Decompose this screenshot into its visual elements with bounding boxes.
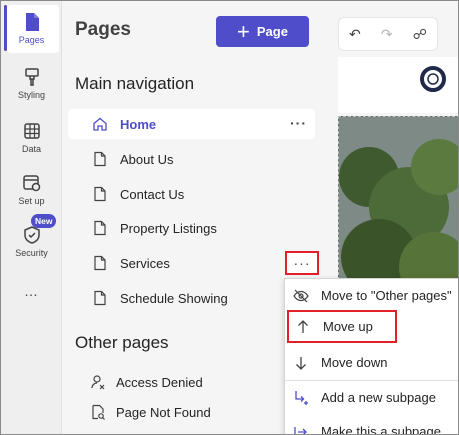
menu-item-label: Move down: [321, 355, 388, 370]
nav-item-contact-us[interactable]: Contact Us: [68, 179, 315, 209]
rail-item-label: Styling: [17, 90, 45, 100]
page-icon: [94, 290, 106, 306]
rail-more-button[interactable]: …: [1, 283, 62, 299]
menu-item-make-subpage[interactable]: Make this a subpage: [285, 415, 458, 435]
page-icon: [94, 255, 106, 271]
nav-item-schedule-showing[interactable]: Schedule Showing: [68, 283, 315, 313]
left-rail: Pages Styling Data Set up Security New …: [1, 1, 62, 434]
site-header: [338, 57, 458, 113]
nav-item-label: Contact Us: [120, 186, 185, 202]
rail-item-label: Security: [15, 248, 48, 258]
services-more-options-button[interactable]: ···: [285, 251, 319, 275]
menu-item-move-to-other-pages[interactable]: Move to "Other pages": [285, 279, 458, 312]
rail-item-label: Data: [21, 144, 41, 154]
app-frame: Pages Styling Data Set up Security New ……: [0, 0, 459, 435]
page-icon: [94, 220, 106, 236]
page-icon: [25, 13, 39, 31]
page-search-icon: [92, 404, 105, 420]
nav-item-services[interactable]: Services: [68, 248, 315, 278]
undo-icon[interactable]: ↶: [349, 26, 361, 43]
rail-item-label: Pages: [18, 35, 45, 45]
menu-item-move-down[interactable]: Move down: [285, 346, 458, 379]
menu-item-move-up[interactable]: Move up: [287, 310, 397, 343]
main-navigation-title: Main navigation: [75, 74, 195, 93]
add-page-label: Page: [256, 24, 288, 39]
plus-icon: +: [237, 18, 250, 44]
menu-item-label: Move to "Other pages": [321, 288, 452, 303]
add-subpage-icon: [295, 390, 308, 405]
sitemap-icon[interactable]: ☍: [413, 26, 427, 43]
other-item-label: Page Not Found: [116, 404, 211, 420]
menu-item-label: Make this a subpage: [321, 424, 441, 435]
menu-item-label: Move up: [323, 319, 373, 334]
eye-off-icon: [293, 289, 309, 302]
brush-icon: [24, 68, 39, 86]
menu-item-label: Add a new subpage: [321, 390, 436, 405]
page-icon: [94, 151, 106, 167]
other-pages-title: Other pages: [75, 333, 169, 352]
page-context-menu: Move to "Other pages" Move up Move down …: [284, 278, 458, 435]
arrow-up-icon: [298, 319, 308, 333]
preview-toolbar: ↶ ↷ ☍: [338, 17, 438, 51]
redo-icon[interactable]: ↷: [381, 26, 393, 43]
rail-item-data[interactable]: Data: [1, 120, 62, 154]
nav-item-property-listings[interactable]: Property Listings: [68, 213, 315, 243]
site-logo: [420, 66, 446, 92]
page-icon: [94, 186, 106, 202]
nav-item-label: Home: [120, 116, 157, 132]
rail-item-label: Set up: [18, 196, 45, 206]
nav-item-label: Schedule Showing: [120, 290, 228, 306]
more-options-icon: ···: [293, 255, 311, 271]
person-lock-icon: [91, 375, 105, 390]
nav-item-about-us[interactable]: About Us: [68, 144, 315, 174]
home-icon: [93, 117, 107, 131]
nav-item-label: Property Listings: [120, 220, 217, 236]
nav-item-home[interactable]: Home ···: [68, 109, 315, 139]
settings-window-icon: [22, 175, 40, 192]
rail-item-security[interactable]: Security: [1, 224, 62, 258]
table-icon: [23, 123, 40, 139]
arrow-down-icon: [296, 356, 306, 370]
more-options-icon[interactable]: ···: [290, 115, 307, 131]
nav-item-label: About Us: [120, 151, 174, 167]
other-item-page-not-found[interactable]: Page Not Found: [90, 400, 211, 424]
new-badge: New: [31, 214, 57, 228]
panel-title: Pages: [75, 19, 131, 40]
other-item-label: Access Denied: [116, 374, 203, 390]
other-item-access-denied[interactable]: Access Denied: [90, 370, 203, 394]
rail-item-pages[interactable]: Pages: [1, 11, 62, 45]
indent-icon: [294, 426, 307, 434]
rail-item-styling[interactable]: Styling: [1, 66, 62, 100]
add-page-button[interactable]: + Page: [216, 16, 309, 47]
nav-item-label: Services: [120, 255, 170, 271]
menu-item-add-subpage[interactable]: Add a new subpage: [285, 381, 458, 414]
pages-panel: Pages + Page Main navigation Home ··· Ab…: [62, 1, 322, 434]
rail-item-setup[interactable]: Set up: [1, 172, 62, 206]
